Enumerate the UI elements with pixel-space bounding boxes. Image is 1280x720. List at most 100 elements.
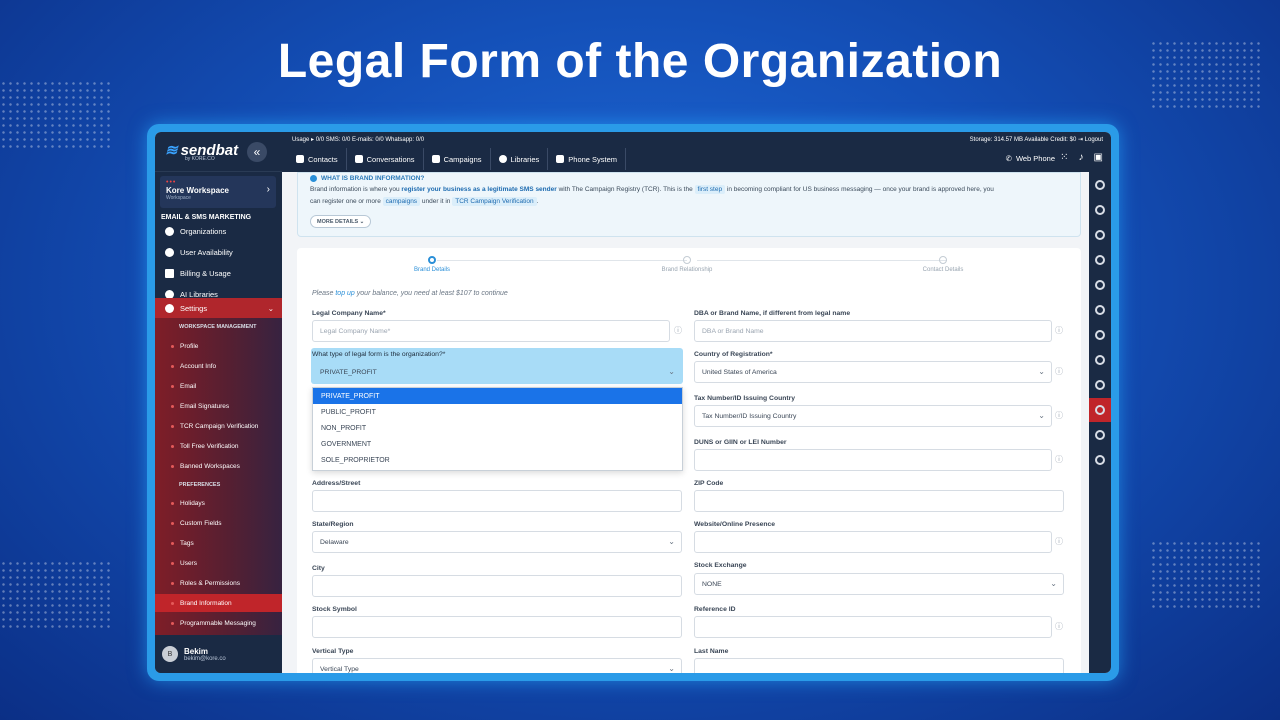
- integration-icon[interactable]: [1095, 405, 1105, 415]
- integration-icon[interactable]: [1095, 205, 1105, 215]
- sidebar-subitem-users[interactable]: Users: [155, 554, 282, 572]
- user-email: bekim@kore.co: [184, 655, 226, 662]
- tab-campaigns[interactable]: Campaigns: [424, 148, 491, 170]
- topbar-icons: ⁙ ♪ ▣: [1060, 152, 1103, 163]
- workspace-switcher[interactable]: ••• Kore Workspace Workspace ›: [160, 176, 276, 208]
- last-name-label: Last Name: [694, 648, 729, 655]
- integration-icon[interactable]: [1095, 280, 1105, 290]
- step-brand-relationship[interactable]: Brand Relationship: [637, 256, 737, 273]
- tax-select[interactable]: Tax Number/ID Issuing Country ⌄: [694, 405, 1052, 427]
- bullet-icon: [171, 444, 174, 448]
- duns-label: DUNS or GIIN or LEI Number: [694, 439, 787, 446]
- step-contact-details[interactable]: Contact Details: [893, 256, 993, 273]
- dba-input[interactable]: DBA or Brand Name: [694, 320, 1052, 342]
- last-name-input[interactable]: [694, 658, 1064, 673]
- stock-symbol-input[interactable]: [312, 616, 682, 638]
- sidebar: ≋ sendbat by KORE.CO « ••• Kore Workspace…: [155, 132, 282, 673]
- sidebar-subitem-account-info[interactable]: Account Info: [155, 357, 282, 375]
- option-private-profit[interactable]: PRIVATE_PROFIT: [313, 388, 682, 404]
- sidebar-subitem-holidays[interactable]: Holidays: [155, 494, 282, 512]
- bullet-icon: [171, 601, 174, 605]
- step-circle: [939, 256, 947, 264]
- bullet-icon: [171, 364, 174, 368]
- top-up-link[interactable]: top up: [335, 290, 354, 297]
- sidebar-subitem-email-signatures[interactable]: Email Signatures: [155, 397, 282, 415]
- sidebar-item-settings[interactable]: Settings ⌄: [155, 299, 282, 317]
- legal-form-dropdown: PRIVATE_PROFIT PUBLIC_PROFIT NON_PROFIT …: [312, 387, 683, 471]
- calendar-icon[interactable]: ▣: [1094, 152, 1103, 163]
- integration-icon[interactable]: [1095, 305, 1105, 315]
- integration-icon[interactable]: [1095, 230, 1105, 240]
- chevron-down-icon: ⌄: [1050, 579, 1057, 588]
- legal-form-select[interactable]: PRIVATE_PROFIT ⌄: [312, 361, 682, 383]
- state-select[interactable]: Delaware ⌄: [312, 531, 682, 553]
- sidebar-subitem-banned[interactable]: Banned Workspaces: [155, 457, 282, 475]
- tab-libraries[interactable]: Libraries: [491, 148, 549, 170]
- sidebar-subitem-toll-free[interactable]: Toll Free Verification: [155, 437, 282, 455]
- city-input[interactable]: [312, 575, 682, 597]
- app-screen: ≋ sendbat by KORE.CO « ••• Kore Workspace…: [155, 132, 1111, 673]
- reference-id-input[interactable]: [694, 616, 1052, 638]
- country-select[interactable]: United States of America ⌄: [694, 361, 1052, 383]
- user-profile[interactable]: B Bekim bekim@kore.co: [155, 635, 282, 673]
- vertical-select[interactable]: Vertical Type ⌄: [312, 658, 682, 673]
- chevron-down-icon: ⌄: [668, 367, 675, 376]
- info-icon: ⓘ: [1055, 455, 1063, 464]
- info-icon: ⓘ: [1055, 367, 1063, 376]
- bullet-icon: [171, 384, 174, 388]
- sidebar-item-organizations[interactable]: Organizations: [155, 222, 282, 240]
- more-details-button[interactable]: MORE DETAILS ⌄: [310, 215, 372, 228]
- workspace-dots-icon: •••: [166, 179, 177, 186]
- sidebar-subitem-tcr[interactable]: TCR Campaign Verification: [155, 417, 282, 435]
- sidebar-subitem-tags[interactable]: Tags: [155, 534, 282, 552]
- option-sole-proprietor[interactable]: SOLE_PROPRIETOR: [313, 452, 682, 468]
- integration-icon[interactable]: [1095, 455, 1105, 465]
- integration-icon[interactable]: [1095, 255, 1105, 265]
- website-input[interactable]: [694, 531, 1052, 553]
- bell-icon[interactable]: ♪: [1079, 152, 1084, 163]
- address-input[interactable]: [312, 490, 682, 512]
- apps-grid-icon[interactable]: ⁙: [1060, 152, 1068, 163]
- main-tabs: Contacts Conversations Campaigns Librari…: [288, 148, 627, 170]
- sidebar-subitem-email[interactable]: Email: [155, 377, 282, 395]
- sidebar-item-billing[interactable]: Billing & Usage: [155, 264, 282, 282]
- integration-icon[interactable]: [1095, 355, 1105, 365]
- decor-dots: [0, 80, 110, 150]
- brand-form-card: Brand Details Brand Relationship Contact…: [297, 248, 1081, 673]
- integration-icon[interactable]: [1095, 330, 1105, 340]
- tax-label: Tax Number/ID Issuing Country: [694, 395, 796, 402]
- bullet-icon: [171, 464, 174, 468]
- sidebar-subitem-roles[interactable]: Roles & Permissions: [155, 574, 282, 592]
- stock-symbol-label: Stock Symbol: [312, 606, 357, 613]
- option-non-profit[interactable]: NON_PROFIT: [313, 420, 682, 436]
- integration-icon[interactable]: [1095, 430, 1105, 440]
- option-public-profit[interactable]: PUBLIC_PROFIT: [313, 404, 682, 420]
- tab-phone-system[interactable]: Phone System: [548, 148, 627, 170]
- stock-exchange-select[interactable]: NONE ⌄: [694, 573, 1064, 595]
- info-icon: ⓘ: [1055, 537, 1063, 546]
- sidebar-subitem-brand-information[interactable]: Brand Information: [155, 594, 282, 612]
- option-government[interactable]: GOVERNMENT: [313, 436, 682, 452]
- slide-title: Legal Form of the Organization: [277, 35, 1003, 88]
- sidebar-subitem-profile[interactable]: Profile: [155, 337, 282, 355]
- tab-contacts[interactable]: Contacts: [288, 148, 347, 170]
- web-phone-button[interactable]: ✆ Web Phone: [1006, 154, 1055, 163]
- megaphone-icon: [431, 155, 440, 163]
- duns-input[interactable]: [694, 449, 1052, 471]
- step-brand-details[interactable]: Brand Details: [382, 256, 482, 273]
- storage-credit: Storage: 314.57 MB Available Credit: $0 …: [969, 137, 1103, 143]
- info-heading: WHAT IS BRAND INFORMATION?: [310, 175, 1068, 182]
- sidebar-subitem-programmable-messaging[interactable]: Programmable Messaging: [155, 614, 282, 632]
- reference-id-label: Reference ID: [694, 606, 736, 613]
- collapse-sidebar-button[interactable]: «: [247, 142, 267, 162]
- zip-input[interactable]: [694, 490, 1064, 512]
- legal-name-input[interactable]: Legal Company Name*: [312, 320, 670, 342]
- app-frame: ≋ sendbat by KORE.CO « ••• Kore Workspace…: [147, 124, 1119, 681]
- integration-icon[interactable]: [1095, 180, 1105, 190]
- sidebar-subitem-custom-fields[interactable]: Custom Fields: [155, 514, 282, 532]
- sidebar-item-user-availability[interactable]: User Availability: [155, 243, 282, 261]
- info-icon: ⓘ: [674, 326, 682, 335]
- workspace-sub: Workspace: [166, 195, 191, 201]
- integration-icon[interactable]: [1095, 380, 1105, 390]
- tab-conversations[interactable]: Conversations: [347, 148, 424, 170]
